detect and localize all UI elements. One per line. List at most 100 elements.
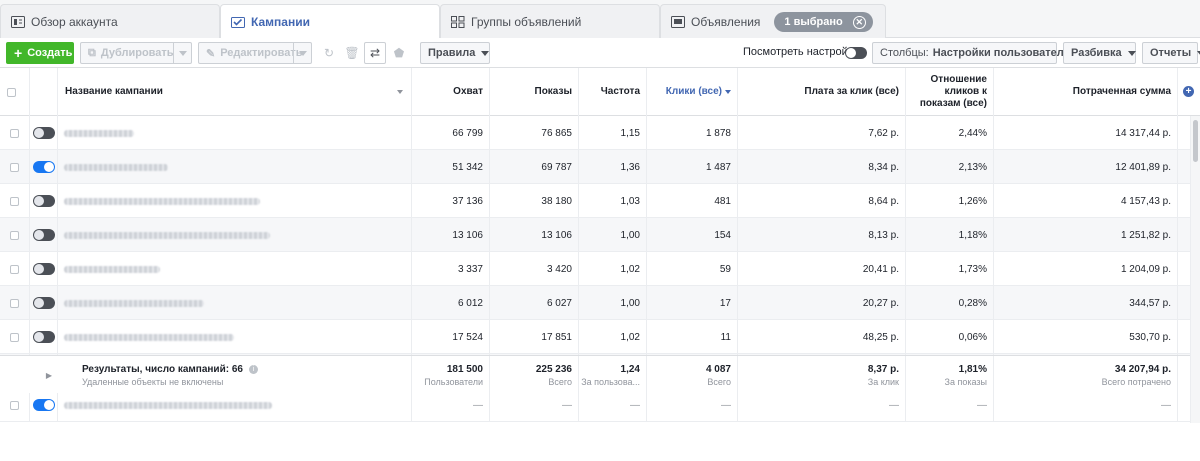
redacted-campaign-name: [64, 231, 270, 239]
cell-impressions: 3 420: [490, 252, 579, 286]
info-icon[interactable]: i: [249, 364, 259, 374]
row-checkbox[interactable]: [10, 264, 19, 274]
delete-button[interactable]: 🗑: [341, 42, 363, 64]
chevron-down-icon: [178, 50, 187, 56]
cell-clicks: 11: [647, 320, 738, 354]
campaign-status-toggle[interactable]: [32, 127, 55, 139]
tab-ad-sets[interactable]: Группы объявлений: [440, 4, 660, 39]
totals-frequency: 1,24 За пользова...: [579, 356, 647, 394]
tab-campaigns[interactable]: Кампании: [220, 4, 440, 39]
edit-button[interactable]: ✎ Редактировать: [198, 42, 312, 64]
add-column-icon[interactable]: +: [1183, 86, 1194, 97]
row-checkbox[interactable]: [10, 400, 19, 410]
columns-button[interactable]: Столбцы: Настройки пользователя: [872, 42, 1085, 64]
redacted-campaign-name: [64, 163, 168, 171]
cell-frequency: 1,03: [579, 184, 647, 218]
totals-reach: 181 500 Пользователи: [412, 356, 490, 394]
cell-clicks: 17: [647, 286, 738, 320]
table-row[interactable]: 6 012 6 027 1,00 17 20,27 р. 0,28% 344,57 р.: [0, 286, 1190, 320]
column-header-impressions[interactable]: Показы: [490, 68, 579, 116]
scrollbar-thumb[interactable]: [1193, 120, 1198, 162]
row-checkbox[interactable]: [10, 196, 19, 206]
tag-button[interactable]: ⬟: [388, 42, 410, 64]
reports-label: Отчеты: [1150, 47, 1192, 59]
row-checkbox[interactable]: [10, 128, 19, 138]
cell-cpc: 7,62 р.: [738, 116, 906, 150]
cell-clicks: 59: [647, 252, 738, 286]
campaign-name-cell[interactable]: [58, 184, 412, 218]
duplicate-button[interactable]: ⧉ Дублировать: [80, 42, 192, 64]
column-header-reach[interactable]: Охват: [412, 68, 490, 116]
chevron-right-icon[interactable]: ▶: [46, 371, 52, 380]
breakdown-label: Разбивка: [1071, 47, 1122, 59]
table-row[interactable]: 17 524 17 851 1,02 11 48,25 р. 0,06% 530,70 р.: [0, 320, 1190, 354]
campaign-name-cell[interactable]: [58, 218, 412, 252]
campaign-status-toggle[interactable]: [32, 399, 55, 411]
column-header-spent[interactable]: Потраченная сумма: [994, 68, 1178, 116]
row-checkbox[interactable]: [10, 230, 19, 240]
column-header-cpc[interactable]: Плата за клик (все): [738, 68, 906, 116]
tab-bar: Обзор аккаунта Кампании Группы объявлени…: [0, 0, 1200, 39]
table-row[interactable]: 13 106 13 106 1,00 154 8,13 р. 1,18% 1 251,82 …: [0, 218, 1190, 252]
refresh-icon: ↻: [323, 46, 335, 60]
select-all-checkbox[interactable]: [7, 87, 16, 97]
column-header-label: Частота: [600, 86, 640, 97]
row-toggle-cell: [30, 252, 58, 286]
tab-account-overview[interactable]: Обзор аккаунта: [0, 4, 220, 39]
campaign-name-cell[interactable]: [58, 286, 412, 320]
cell-spent: 12 401,89 р.: [994, 150, 1178, 184]
undo-button[interactable]: ↻: [318, 42, 340, 64]
sort-caret-icon: [397, 90, 403, 94]
column-header-label: Потраченная сумма: [1072, 86, 1171, 97]
table-row[interactable]: 51 342 69 787 1,36 1 487 8,34 р. 2,13% 12 401,…: [0, 150, 1190, 184]
campaign-status-toggle[interactable]: [32, 331, 55, 343]
table-row[interactable]: 37 136 38 180 1,03 481 8,64 р. 1,26% 4 157,43 …: [0, 184, 1190, 218]
cell-frequency: 1,00: [579, 218, 647, 252]
view-settings-toggle[interactable]: [845, 47, 867, 59]
campaign-status-toggle[interactable]: [32, 263, 55, 275]
rules-button[interactable]: Правила: [420, 42, 490, 64]
campaign-status-toggle[interactable]: [32, 195, 55, 207]
redacted-campaign-name: [64, 197, 260, 205]
campaign-status-toggle[interactable]: [32, 297, 55, 309]
campaign-name-cell[interactable]: [58, 252, 412, 286]
duplicate-dropdown[interactable]: [173, 43, 191, 63]
totals-note: Удаленные объекты не включены: [82, 377, 224, 387]
column-header-frequency[interactable]: Частота: [579, 68, 647, 116]
view-settings-label: Посмотреть настройки: [743, 46, 859, 58]
create-button[interactable]: + Создать: [6, 42, 74, 64]
reports-button[interactable]: Отчеты: [1142, 42, 1200, 64]
row-checkbox[interactable]: [10, 332, 19, 342]
ad-icon: [671, 16, 685, 28]
cell-frequency: 1,36: [579, 150, 647, 184]
column-header-name[interactable]: Название кампании: [58, 68, 412, 116]
row-checkbox-cell: [0, 320, 30, 354]
edit-dropdown[interactable]: [293, 43, 311, 63]
clear-selection-icon[interactable]: ✕: [852, 15, 866, 29]
campaign-status-toggle[interactable]: [32, 161, 55, 173]
vertical-scrollbar[interactable]: [1190, 116, 1200, 423]
select-all-cell: [0, 68, 30, 116]
totals-expand-cell: ▶: [0, 356, 58, 394]
campaign-status-toggle[interactable]: [32, 229, 55, 241]
table-row[interactable]: 3 337 3 420 1,02 59 20,41 р. 1,73% 1 204,09 р.: [0, 252, 1190, 286]
column-header-ctr[interactable]: Отношение кликов к показам (все): [906, 68, 994, 116]
selected-count-badge[interactable]: 1 выбрано ✕: [774, 12, 873, 32]
campaign-name-cell[interactable]: [58, 150, 412, 184]
chevron-down-icon: [481, 50, 490, 56]
chevron-down-icon: [298, 50, 307, 56]
column-header-label: Охват: [453, 86, 483, 97]
cell-ctr: 0,06%: [906, 320, 994, 354]
row-checkbox[interactable]: [10, 298, 19, 308]
ab-test-button[interactable]: ⇄: [364, 42, 386, 64]
breakdown-button[interactable]: Разбивка: [1063, 42, 1136, 64]
totals-ctr: 1,81% За показы: [906, 356, 994, 394]
campaign-name-cell[interactable]: [58, 320, 412, 354]
cell-clicks: 481: [647, 184, 738, 218]
table-row[interactable]: 66 799 76 865 1,15 1 878 7,62 р. 2,44% 14 317,…: [0, 116, 1190, 150]
tab-ads[interactable]: Объявления 1 выбрано ✕: [660, 4, 886, 39]
plus-icon: +: [14, 45, 23, 61]
campaign-name-cell[interactable]: [58, 116, 412, 150]
row-checkbox[interactable]: [10, 162, 19, 172]
column-header-clicks[interactable]: Клики (все): [647, 68, 738, 116]
